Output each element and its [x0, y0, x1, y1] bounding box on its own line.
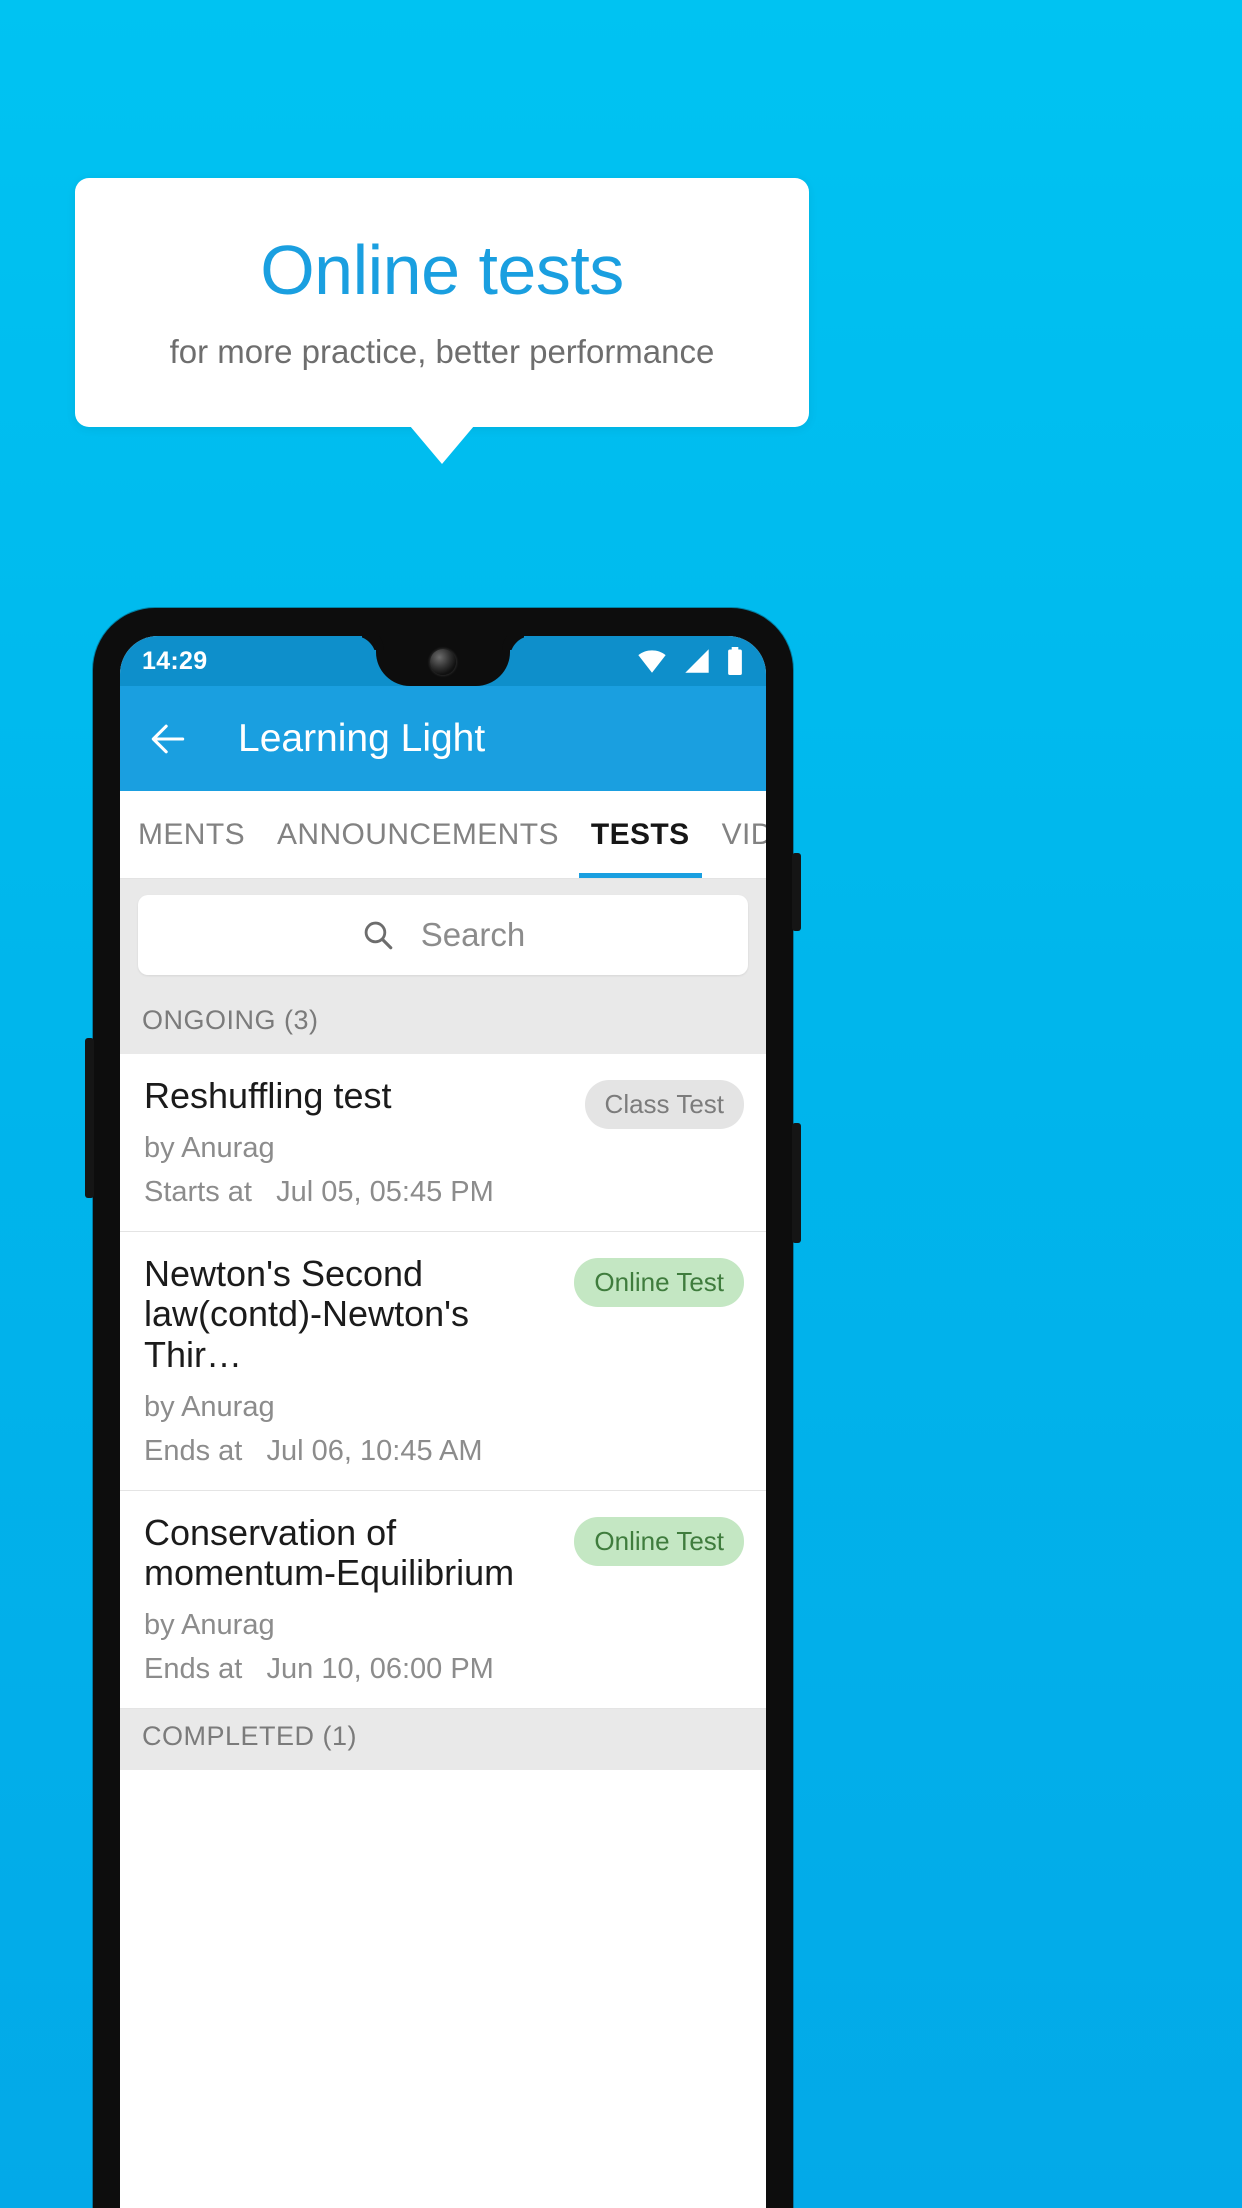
test-title: Conservation of momentum-Equilibrium [144, 1511, 515, 1594]
phone-side-button-left [85, 1038, 94, 1198]
battery-icon [728, 647, 742, 675]
status-bar-icons [636, 647, 744, 675]
test-schedule: Ends at Jul 06, 10:45 AM [144, 1435, 560, 1468]
test-author: by Anurag [144, 1390, 275, 1423]
test-schedule-value: Jul 06, 10:45 AM [266, 1434, 483, 1467]
phone-power-button [792, 853, 801, 931]
status-badge: Class Test [584, 1080, 744, 1129]
promo-card-tail [410, 426, 474, 464]
test-schedule-label: Starts at [144, 1175, 252, 1208]
test-schedule-value: Jun 10, 06:00 PM [266, 1653, 494, 1686]
status-bar-clock: 14:29 [142, 646, 208, 675]
tab-bar: MENTS ANNOUNCEMENTS TESTS VIDEOS [120, 791, 766, 879]
test-list-item[interactable]: Newton's Second law(contd)-Newton's Thir… [120, 1231, 766, 1491]
app-bar: Learning Light [120, 686, 766, 791]
phone-volume-button [792, 1123, 801, 1243]
test-title: Newton's Second law(contd)-Newton's Thir… [144, 1252, 469, 1376]
test-item-content: Reshuffling test by Anurag Starts at Jul… [144, 1075, 585, 1209]
tab-tests[interactable]: TESTS [575, 791, 706, 878]
search-placeholder: Search [420, 916, 526, 953]
test-title: Reshuffling test [144, 1075, 392, 1116]
test-schedule: Ends at Jun 10, 06:00 PM [144, 1653, 560, 1686]
test-schedule-value: Jul 05, 05:45 PM [276, 1175, 494, 1208]
section-header-completed: COMPLETED (1) [120, 1709, 766, 1771]
app-bar-title: Learning Light [238, 716, 486, 760]
test-schedule: Starts at Jul 05, 05:45 PM [144, 1176, 571, 1209]
promo-title: Online tests [260, 230, 624, 309]
front-camera-icon [430, 649, 456, 675]
test-author: by Anurag [144, 1609, 275, 1642]
status-badge: Online Test [574, 1516, 744, 1566]
phone-screen: 14:29 Learning Light MENTS ANNOUNCEMENTS… [120, 636, 766, 2208]
promo-subtitle: for more practice, better performance [169, 333, 715, 371]
section-header-ongoing: ONGOING (3) [120, 993, 766, 1054]
back-arrow-icon[interactable] [146, 717, 190, 761]
tab-assignments[interactable]: MENTS [120, 791, 261, 878]
tab-videos[interactable]: VIDEOS [706, 791, 766, 878]
search-container: Search [120, 879, 766, 993]
search-icon [364, 921, 393, 950]
test-item-content: Conservation of momentum-Equilibrium by … [144, 1511, 574, 1686]
cellular-signal-icon [685, 649, 709, 673]
wifi-icon [638, 650, 666, 673]
tab-announcements[interactable]: ANNOUNCEMENTS [261, 791, 575, 878]
test-list-item[interactable]: Conservation of momentum-Equilibrium by … [120, 1490, 766, 1710]
test-schedule-label: Ends at [144, 1653, 243, 1686]
phone-mockup: 14:29 Learning Light MENTS ANNOUNCEMENTS… [85, 608, 801, 2208]
test-item-content: Newton's Second law(contd)-Newton's Thir… [144, 1252, 574, 1468]
status-badge: Online Test [574, 1257, 744, 1307]
test-author: by Anurag [144, 1131, 275, 1164]
promo-card: Online tests for more practice, better p… [75, 178, 809, 427]
test-list-item[interactable]: Reshuffling test by Anurag Starts at Jul… [120, 1054, 766, 1232]
test-schedule-label: Ends at [144, 1434, 243, 1467]
search-input[interactable]: Search [138, 895, 748, 975]
